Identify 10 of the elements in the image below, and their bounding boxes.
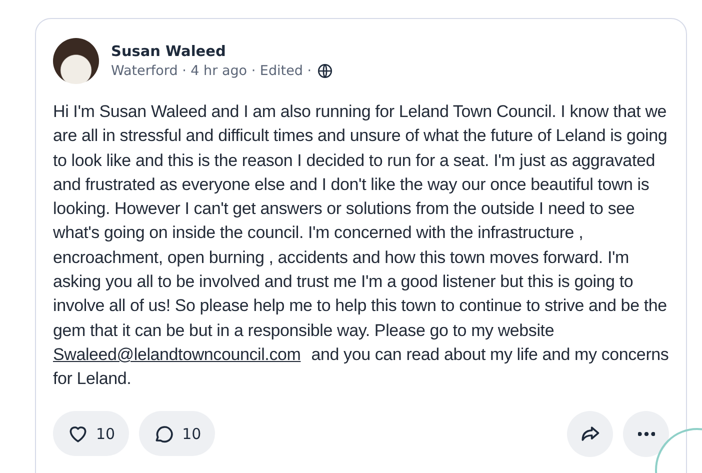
- author-name[interactable]: Susan Waleed: [111, 44, 333, 60]
- like-button[interactable]: 10: [53, 411, 130, 456]
- post-text: Hi I'm Susan Waleed and I am also running for Leland Town Council. I know that we are all in stressful and difficult times and unsure of what the future of Leland is going to look like and this is the reason I decided to run for a seat. I'm just as aggravated and frustrated as everyone else and I don't like the way our once beautiful town is looking. However I can't get answers or solutions from the outside I need to see what's going on inside the council. I'm concerned with the infrastructure , encroachment, open burning , accidents and how this town moves forward. I'm asking you all to be involved and trust me I'm a good listener but this is going to involve all of us! So please help me to help this town to continue to strive and be the gem that it can be but in a responsible way. Please go to my website Swaleed@lelandtowncouncil.com and you can read about my life and my concerns for Leland.: [53, 101, 669, 390]
- email-link[interactable]: Swaleed@lelandtowncouncil.com: [53, 344, 301, 364]
- globe-icon: [316, 62, 333, 78]
- share-button[interactable]: [567, 410, 613, 457]
- post-meta: Waterford · 4 hr ago · Edited ·: [111, 62, 312, 78]
- more-icon: [638, 432, 654, 436]
- avatar: [53, 38, 99, 84]
- comment-button[interactable]: 10: [139, 411, 216, 456]
